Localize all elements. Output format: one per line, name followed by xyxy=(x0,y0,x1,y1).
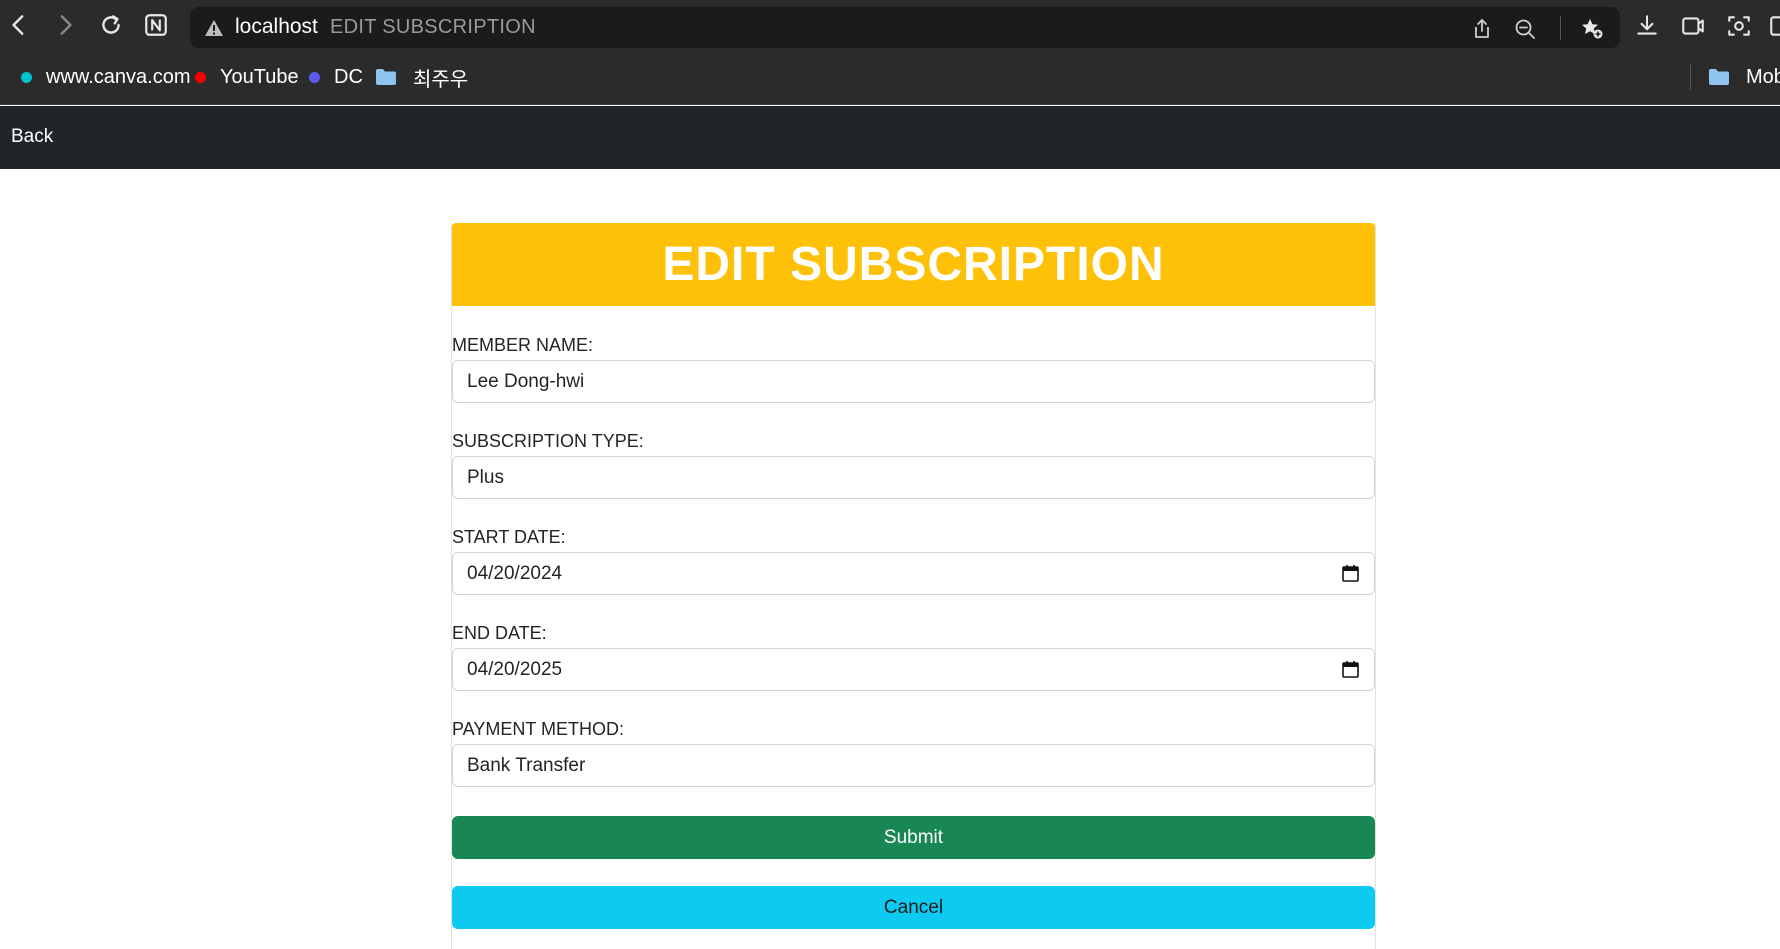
bookmark-label: YouTube xyxy=(220,65,299,88)
end-date-value: 04/20/2025 xyxy=(467,659,563,680)
edit-subscription-card: EDIT SUBSCRIPTION MEMBER NAME: Lee Dong-… xyxy=(451,223,1376,949)
bookmark-label: Mobi xyxy=(1746,65,1780,88)
youtube-dot-icon xyxy=(195,71,206,83)
share-icon[interactable] xyxy=(1470,17,1494,41)
subscription-type-label: SUBSCRIPTION TYPE: xyxy=(452,431,644,451)
start-date-value: 04/20/2024 xyxy=(467,563,563,584)
bookmarks-divider xyxy=(1690,64,1691,90)
sidebar-icon[interactable] xyxy=(1768,13,1780,39)
video-capture-icon[interactable] xyxy=(1680,13,1706,39)
bookmark-dc[interactable]: DC xyxy=(309,64,363,90)
forward-arrow-icon[interactable] xyxy=(50,10,80,40)
downloads-icon[interactable] xyxy=(1634,13,1660,39)
bookmark-label: DC xyxy=(334,65,363,88)
address-bar[interactable]: localhost EDIT SUBSCRIPTION xyxy=(190,7,1620,48)
folder-icon xyxy=(376,69,396,85)
calendar-icon[interactable] xyxy=(1341,564,1360,583)
reload-icon[interactable] xyxy=(96,10,126,40)
not-secure-warning-icon[interactable] xyxy=(204,18,224,38)
submit-button[interactable]: Submit xyxy=(452,816,1375,859)
start-date-label: START DATE: xyxy=(452,527,566,547)
notion-extension-icon[interactable] xyxy=(141,10,171,40)
favorites-star-icon[interactable] xyxy=(1580,17,1604,41)
address-host: localhost xyxy=(235,15,318,38)
bookmark-canva[interactable]: www.canva.com xyxy=(21,64,191,90)
payment-method-value: Bank Transfer xyxy=(467,755,586,776)
end-date-label: END DATE: xyxy=(452,623,547,643)
app-navbar: Back xyxy=(0,106,1780,169)
bookmark-folder-choijuwoo[interactable]: 최주우 xyxy=(375,64,469,91)
bookmark-folder-mobile[interactable]: Mobi xyxy=(1708,64,1780,90)
canva-dot-icon xyxy=(21,71,32,83)
dc-dot-icon xyxy=(309,71,320,83)
back-link[interactable]: Back xyxy=(11,126,53,148)
bookmarks-bar: www.canva.com YouTube DC 최주우 Mobi xyxy=(0,50,1780,105)
subscription-type-value: Plus xyxy=(467,467,504,488)
subscription-type-input[interactable]: Plus xyxy=(452,456,1375,499)
cancel-button[interactable]: Cancel xyxy=(452,886,1375,929)
bookmark-label: www.canva.com xyxy=(46,65,191,88)
card-header: EDIT SUBSCRIPTION xyxy=(452,223,1375,306)
calendar-icon[interactable] xyxy=(1341,660,1360,679)
member-name-input[interactable]: Lee Dong-hwi xyxy=(452,360,1375,403)
folder-icon xyxy=(1709,69,1729,85)
start-date-input[interactable]: 04/20/2024 xyxy=(452,552,1375,595)
bookmark-youtube[interactable]: YouTube xyxy=(195,64,299,90)
page-title: EDIT SUBSCRIPTION xyxy=(662,238,1165,291)
payment-method-label: PAYMENT METHOD: xyxy=(452,719,625,739)
member-name-label: MEMBER NAME: xyxy=(452,335,594,355)
end-date-input[interactable]: 04/20/2025 xyxy=(452,648,1375,691)
browser-toolbar: localhost EDIT SUBSCRIPTION xyxy=(0,0,1780,50)
zoom-out-icon[interactable] xyxy=(1513,17,1537,41)
payment-method-input[interactable]: Bank Transfer xyxy=(452,744,1375,787)
screenshot-icon[interactable] xyxy=(1726,13,1752,39)
bookmark-label: 최주우 xyxy=(413,68,469,91)
back-arrow-icon[interactable] xyxy=(4,10,34,40)
address-divider xyxy=(1560,16,1561,40)
address-page-title: EDIT SUBSCRIPTION xyxy=(330,16,536,38)
member-name-value: Lee Dong-hwi xyxy=(467,371,585,392)
